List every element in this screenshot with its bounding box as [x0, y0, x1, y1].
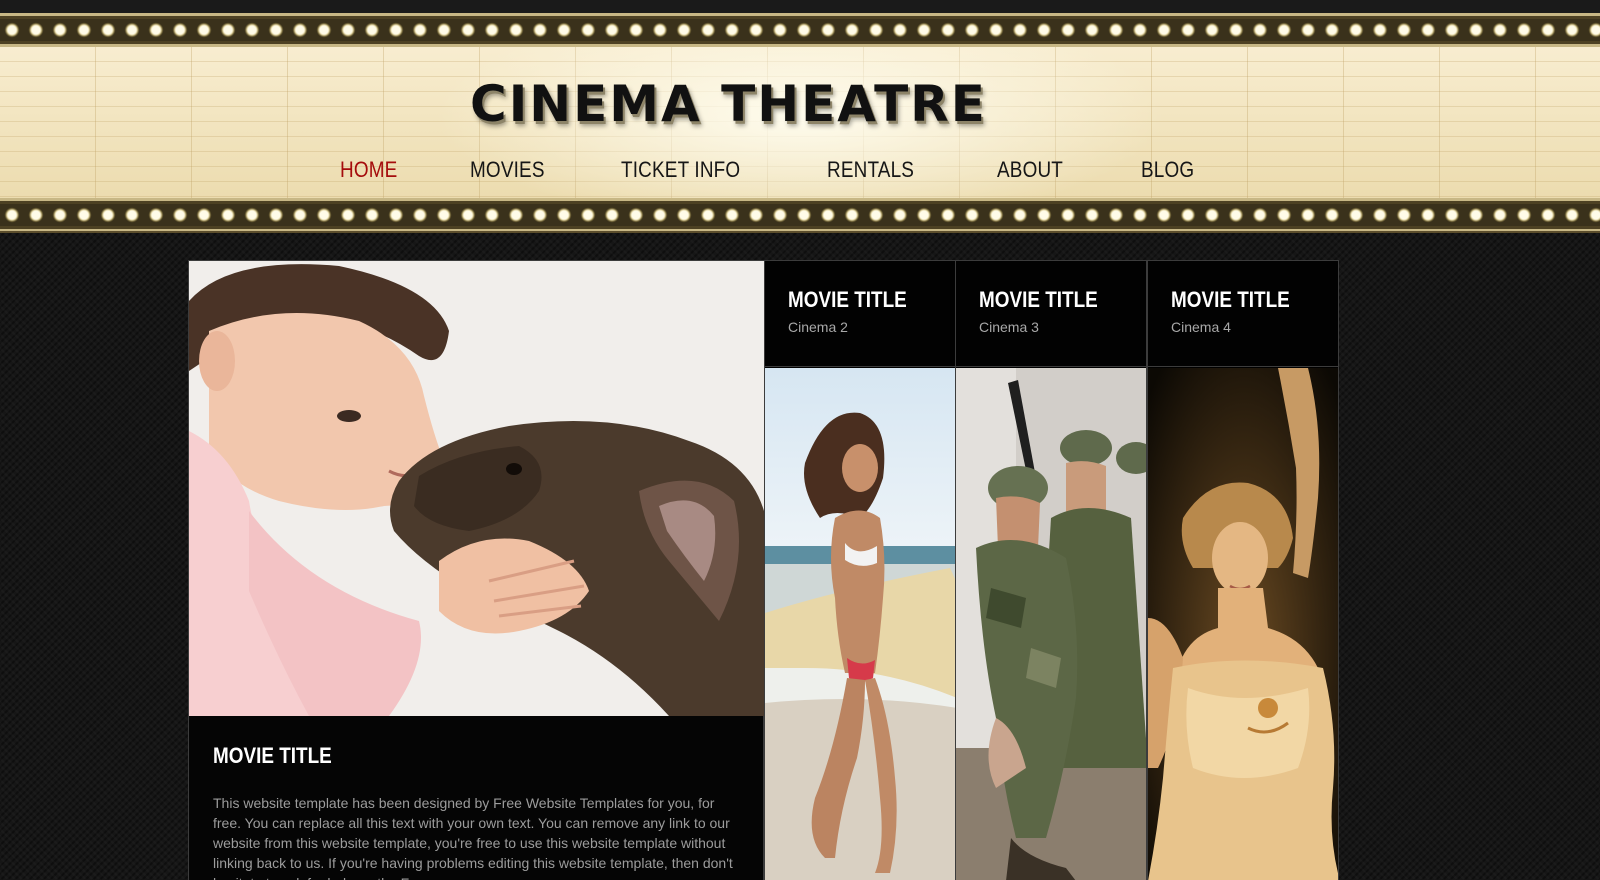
cinema-4-header: MOVIE TITLE Cinema 4	[1148, 261, 1338, 367]
featured-movie-body: MOVIE TITLE This website template has be…	[213, 729, 733, 880]
dancer-photo	[1148, 368, 1338, 880]
beach-surfer-photo	[765, 368, 955, 880]
header-divider	[0, 231, 1600, 233]
cinema-3-poster[interactable]	[956, 368, 1146, 880]
nav-blog[interactable]: BLOG	[1141, 157, 1194, 183]
cinema-4-label: Cinema 4	[1171, 319, 1231, 335]
site-title[interactable]: CINEMA THEATRE	[470, 73, 1050, 135]
soldiers-photo	[956, 368, 1146, 880]
cinema-4-card[interactable]: MOVIE TITLE Cinema 4	[1147, 260, 1339, 880]
cinema-2-poster[interactable]	[765, 368, 955, 880]
main-nav: HOME MOVIES TICKET INFO RENTALS ABOUT BL…	[340, 152, 1261, 188]
marquee-lights-bottom	[0, 198, 1600, 232]
nav-movies[interactable]: MOVIES	[470, 157, 545, 183]
cinema-2-movie-title[interactable]: MOVIE TITLE	[788, 287, 907, 313]
marquee-lights-top	[0, 13, 1600, 47]
featured-movie-title[interactable]: MOVIE TITLE	[213, 743, 660, 769]
featured-movie-description: This website template has been designed …	[213, 795, 733, 880]
nav-rentals[interactable]: RENTALS	[827, 157, 914, 183]
nav-ticket-info[interactable]: TICKET INFO	[621, 157, 740, 183]
nav-home[interactable]: HOME	[340, 157, 397, 183]
top-edge	[0, 0, 1600, 14]
girl-and-dog-photo	[189, 261, 764, 716]
cinema-3-label: Cinema 3	[979, 319, 1039, 335]
cinema-3-header: MOVIE TITLE Cinema 3	[956, 261, 1146, 367]
cinema-2-card[interactable]: MOVIE TITLE Cinema 2	[764, 260, 956, 880]
cinema-4-poster[interactable]	[1148, 368, 1338, 880]
nav-about[interactable]: ABOUT	[997, 157, 1063, 183]
cinema-2-label: Cinema 2	[788, 319, 848, 335]
cinema-3-movie-title[interactable]: MOVIE TITLE	[979, 287, 1098, 313]
cinema-2-header: MOVIE TITLE Cinema 2	[765, 261, 955, 367]
featured-movie: MOVIE TITLE This website template has be…	[188, 260, 764, 880]
cinema-4-movie-title[interactable]: MOVIE TITLE	[1171, 287, 1290, 313]
featured-movie-image[interactable]	[189, 261, 764, 716]
cinema-3-card[interactable]: MOVIE TITLE Cinema 3	[955, 260, 1147, 880]
